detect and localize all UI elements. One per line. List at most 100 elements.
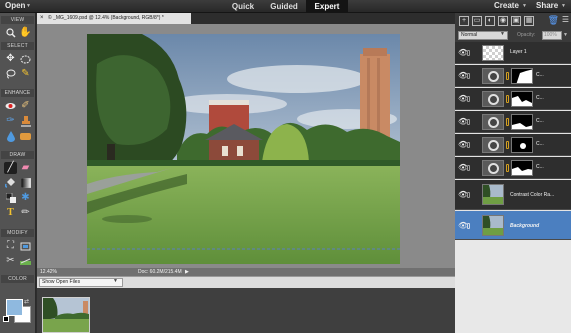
spot-healing-tool-icon[interactable]: ✐ <box>19 100 32 112</box>
blend-mode-value: Normal <box>461 32 478 38</box>
layer-row[interactable]: 👁 Layer 1 <box>455 42 571 64</box>
photo-bin-selector-label: Show Open Files <box>42 279 81 285</box>
move-tool-icon[interactable]: ✥ <box>4 53 17 65</box>
mask-link-icon <box>506 141 509 149</box>
color-picker-tool-icon[interactable] <box>4 192 17 204</box>
section-draw: DRAW <box>1 151 34 159</box>
zoom-tool-icon[interactable] <box>4 27 17 39</box>
section-select: SELECT <box>1 42 34 50</box>
section-color: COLOR <box>1 275 34 283</box>
document-image[interactable] <box>87 34 400 264</box>
chevron-down-icon[interactable]: ▼ <box>113 278 118 284</box>
eraser-tool-icon[interactable]: ▰ <box>19 162 32 174</box>
new-group-icon[interactable]: ▭ <box>472 16 482 26</box>
swap-colors-icon[interactable]: ⇄ <box>24 298 29 305</box>
layer-mask-thumbnail <box>511 91 533 107</box>
chevron-down-icon[interactable]: ▼ <box>563 32 568 38</box>
brush-tool-icon[interactable]: ╱ <box>4 162 17 174</box>
adjustment-layer-icon <box>482 137 504 153</box>
photo-bin-selector[interactable]: Show Open Files <box>39 278 123 287</box>
shape-tool-icon[interactable]: ✱ <box>19 192 32 204</box>
opacity-value: 100% <box>544 32 557 38</box>
red-eye-tool-icon[interactable] <box>4 100 17 112</box>
new-layer-icon[interactable]: + <box>459 16 469 26</box>
hand-tool-icon[interactable]: ✋ <box>19 27 32 39</box>
chevron-down-icon[interactable]: ▼ <box>500 31 505 37</box>
layer-name: C... <box>536 141 544 147</box>
section-modify: MODIFY <box>1 229 34 237</box>
link-icon <box>467 223 470 229</box>
document-tab[interactable]: © _MG_1609.psd @ 12.4% (Background, RGB/… <box>37 13 191 24</box>
top-menu-bar: Open ▼ Quick Guided Expert Create ▼ Shar… <box>0 0 571 13</box>
link-icon <box>467 165 470 171</box>
layer-mask-thumbnail <box>511 114 533 130</box>
layer-name: C... <box>536 164 544 170</box>
opacity-input[interactable]: 100% <box>542 31 562 40</box>
default-colors-icon[interactable] <box>3 316 9 322</box>
layer-row[interactable]: 👁 C... <box>455 88 571 110</box>
recompose-tool-icon[interactable] <box>19 240 32 252</box>
straighten-tool-icon[interactable] <box>19 255 32 267</box>
tools-panel: VIEW ✋ SELECT ✥ ✎ ENHANCE ✐ ✑ DRAW ╱ ▰ ✱… <box>0 13 36 333</box>
gradient-tool-icon[interactable] <box>19 177 32 189</box>
layer-row[interactable]: 👁 Contrast Color Ra... <box>455 180 571 210</box>
chevron-down-icon[interactable]: ▼ <box>522 3 527 9</box>
layer-name: C... <box>536 72 544 78</box>
layer-row-active[interactable]: 👁 Background <box>455 211 571 240</box>
mode-tab-guided[interactable]: Guided <box>268 0 300 13</box>
layers-empty-area <box>455 240 571 333</box>
photo-bin-thumbnail[interactable] <box>42 297 90 333</box>
zoom-level[interactable]: 12.42% <box>40 268 57 276</box>
layer-thumbnail <box>482 45 504 61</box>
type-tool-icon[interactable]: T <box>4 207 17 219</box>
pencil-tool-icon[interactable]: ✏ <box>19 207 32 219</box>
layers-options-bar: Normal ▼ Opacity: 100% ▼ <box>455 30 571 42</box>
lasso-tool-icon[interactable] <box>4 68 17 80</box>
mode-tab-expert[interactable]: Expert <box>306 0 348 13</box>
close-icon[interactable]: × <box>40 15 44 21</box>
foreground-color-swatch[interactable] <box>6 299 23 316</box>
layer-name: Layer 1 <box>510 49 527 55</box>
layer-name: Background <box>510 223 540 229</box>
lock-all-icon[interactable]: ▣ <box>511 16 521 26</box>
trash-icon[interactable]: 🗑 <box>548 15 559 26</box>
layer-row[interactable]: 👁 C... <box>455 111 571 133</box>
link-icon <box>467 73 470 79</box>
photo-bin-header: Show Open Files ▼ <box>37 276 455 288</box>
share-menu[interactable]: Share <box>536 1 558 10</box>
chevron-down-icon[interactable]: ▼ <box>561 3 566 9</box>
layer-row[interactable]: 👁 C... <box>455 157 571 179</box>
chevron-right-icon[interactable]: ▶ <box>185 268 189 276</box>
layer-name: C... <box>536 95 544 101</box>
mask-link-icon <box>506 164 509 172</box>
panel-menu-icon[interactable]: ☰ <box>562 15 569 24</box>
adjustment-layer-icon <box>482 114 504 130</box>
chevron-down-icon[interactable]: ▼ <box>26 3 31 9</box>
layer-row[interactable]: 👁 C... <box>455 65 571 87</box>
mode-tab-quick[interactable]: Quick <box>231 0 255 13</box>
adjustment-layer-icon <box>482 91 504 107</box>
smart-brush-tool-icon[interactable]: ✑ <box>4 115 17 127</box>
create-menu[interactable]: Create <box>494 1 519 10</box>
adjustment-layer-icon[interactable]: ◐ <box>485 16 495 26</box>
layer-name: C... <box>536 118 544 124</box>
open-menu[interactable]: Open <box>5 1 25 10</box>
link-icon <box>467 96 470 102</box>
lock-transparent-icon[interactable]: ▦ <box>524 16 534 26</box>
paint-bucket-tool-icon[interactable] <box>4 177 17 189</box>
clone-stamp-tool-icon[interactable] <box>19 115 32 127</box>
crop-tool-icon[interactable]: ⛶ <box>4 240 17 252</box>
content-aware-move-tool-icon[interactable]: ✂ <box>4 255 17 267</box>
layer-mask-icon[interactable]: ◉ <box>498 16 508 26</box>
layer-thumbnail <box>482 215 504 236</box>
blur-tool-icon[interactable] <box>4 130 17 142</box>
layer-mask-thumbnail <box>511 160 533 176</box>
layers-toolbar: + ▭ ◐ ◉ ▣ ▦ 🗑 ☰ <box>455 13 571 30</box>
layer-row[interactable]: 👁 C... <box>455 134 571 156</box>
link-icon <box>467 142 470 148</box>
marquee-tool-icon[interactable] <box>19 53 32 65</box>
quick-selection-tool-icon[interactable]: ✎ <box>19 68 32 80</box>
document-size: Doc: 60.2M/215.4M <box>138 269 182 275</box>
link-icon <box>467 50 470 56</box>
sponge-tool-icon[interactable] <box>19 130 32 142</box>
